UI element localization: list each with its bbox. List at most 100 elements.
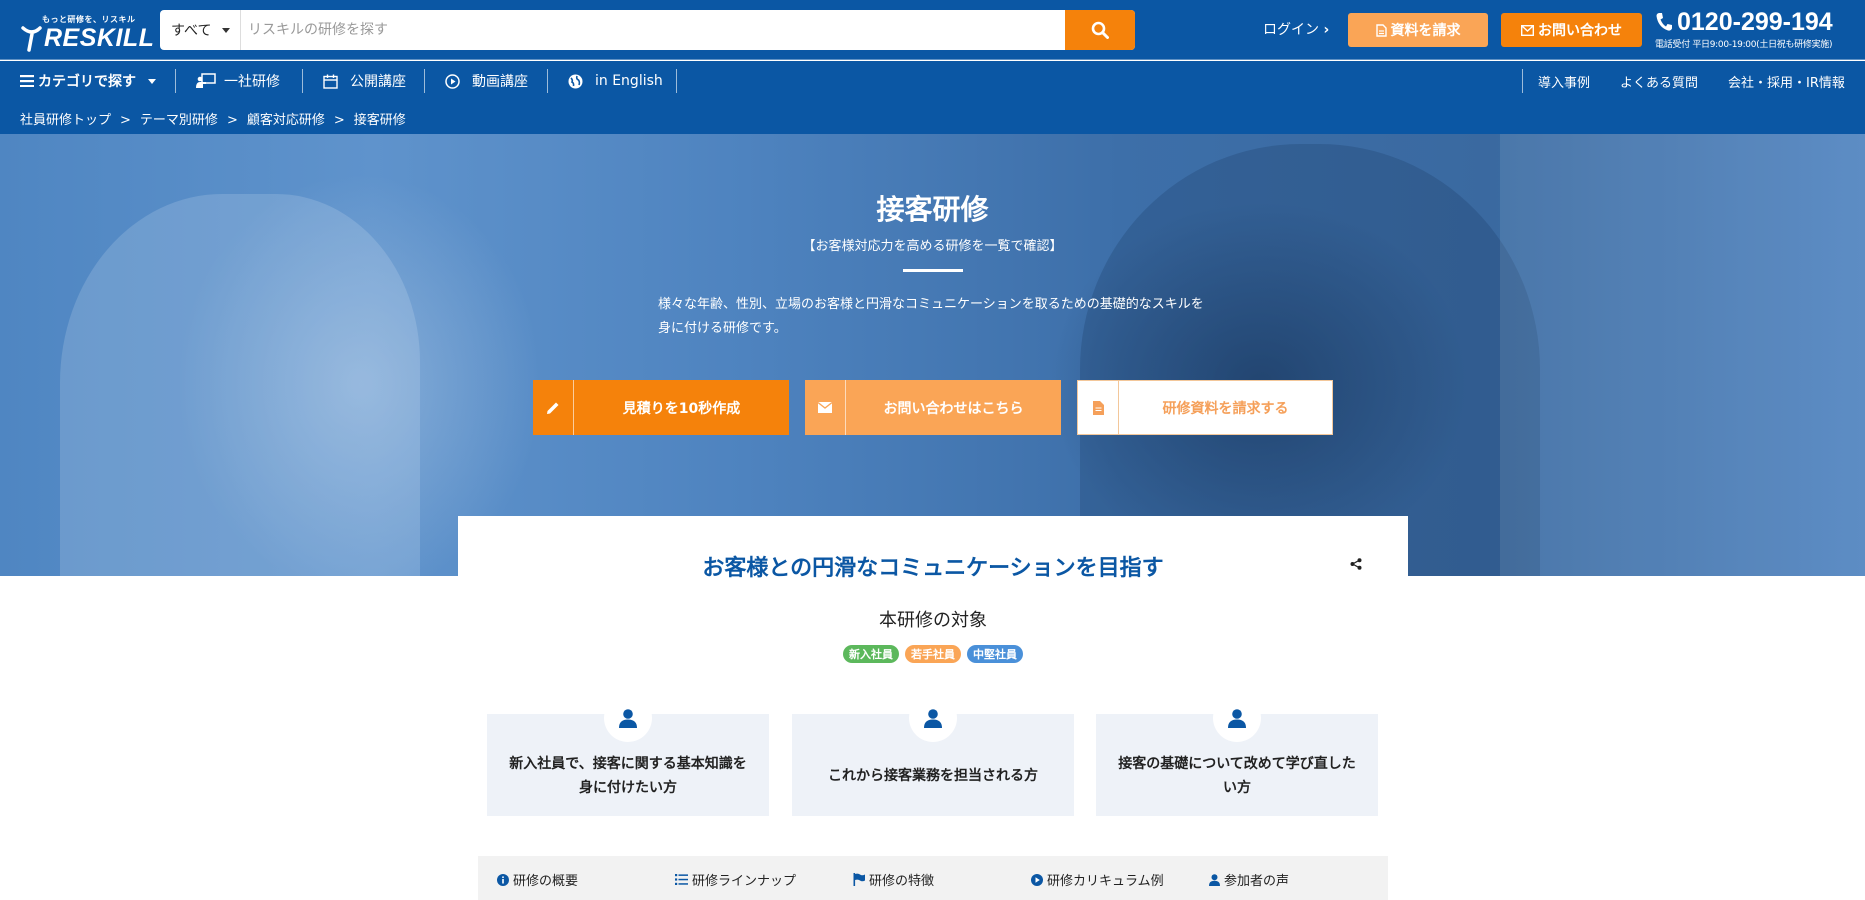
nav-link-cases[interactable]: 導入事例 bbox=[1538, 61, 1590, 101]
nav-divider bbox=[175, 69, 176, 93]
hamburger-icon bbox=[20, 75, 34, 87]
avatar bbox=[909, 694, 957, 742]
breadcrumb-item[interactable]: 社員研修トップ bbox=[20, 113, 111, 128]
breadcrumb: 社員研修トップ > テーマ別研修 > 顧客対応研修 > 接客研修 bbox=[0, 101, 1865, 134]
pencil-icon bbox=[547, 402, 559, 414]
breadcrumb-separator: > bbox=[226, 113, 238, 128]
tab-lineup[interactable]: 研修ラインナップ bbox=[675, 870, 796, 889]
phone-icon bbox=[1656, 13, 1672, 31]
target-heading: 本研修の対象 bbox=[879, 610, 987, 631]
target-description: これから接客業務を担当される方 bbox=[828, 768, 1038, 784]
flag-icon bbox=[853, 873, 865, 886]
logo-mark-icon bbox=[21, 26, 42, 52]
info-icon bbox=[497, 873, 509, 886]
tab-overview[interactable]: 研修の概要 bbox=[497, 870, 578, 889]
inquiry-button[interactable]: お問い合わせはこちら bbox=[805, 380, 1061, 435]
tag-new-employees: 新入社員 bbox=[843, 645, 899, 663]
breadcrumb-separator: > bbox=[120, 113, 131, 128]
list-icon bbox=[675, 874, 688, 885]
nav-item-label: 公開講座 bbox=[350, 74, 406, 90]
nav-link-company[interactable]: 会社・採用・IR情報 bbox=[1728, 61, 1845, 101]
tag-mid-level-employees: 中堅社員 bbox=[967, 645, 1023, 663]
tab-voices[interactable]: 参加者の声 bbox=[1209, 870, 1289, 889]
category-menu-label: カテゴリで探す bbox=[38, 74, 136, 90]
nav-divider bbox=[547, 69, 548, 93]
user-icon bbox=[1228, 709, 1246, 728]
nav-divider bbox=[302, 69, 303, 93]
envelope-icon bbox=[1521, 24, 1534, 36]
play-circle-icon bbox=[1031, 873, 1043, 886]
estimate-button-label: 見積りを10秒作成 bbox=[622, 400, 741, 417]
calendar-icon bbox=[323, 74, 338, 89]
request-materials-label: 研修資料を請求する bbox=[1162, 400, 1289, 417]
search-icon bbox=[1091, 21, 1109, 39]
share-icon[interactable] bbox=[1350, 558, 1362, 570]
nav-item-label: 一社研修 bbox=[224, 74, 280, 90]
tab-label: 研修カリキュラム例 bbox=[1047, 874, 1164, 889]
request-docs-label: 資料を請求 bbox=[1390, 23, 1461, 39]
target-card: これから接客業務を担当される方 bbox=[792, 694, 1074, 816]
tab-label: 研修ラインナップ bbox=[692, 874, 797, 889]
hero-banner: 接客研修 【お客様対応力を高める研修を一覧で確認】 様々な年齢、性別、立場のお客… bbox=[0, 134, 1865, 576]
nav-item-inhouse[interactable]: 一社研修 bbox=[196, 61, 280, 101]
top-header: もっと研修を、リスキル RESKILL すべて ログイン › 資料を請求 お問い… bbox=[0, 0, 1865, 60]
chevron-right-icon: › bbox=[1323, 22, 1330, 38]
tab-label: 研修の特徴 bbox=[869, 874, 935, 889]
envelope-icon bbox=[818, 402, 832, 413]
nav-link-faq[interactable]: よくある質問 bbox=[1620, 61, 1698, 101]
nav-item-public[interactable]: 公開講座 bbox=[323, 61, 406, 101]
section-tabs: 研修の概要 研修ラインナップ 研修の特徴 研修カリキュラム例 参加者の声 bbox=[478, 856, 1388, 900]
search-scope-select[interactable]: すべて bbox=[160, 10, 241, 50]
nav-divider bbox=[424, 69, 425, 93]
estimate-button[interactable]: 見積りを10秒作成 bbox=[533, 380, 789, 435]
target-card: 接客の基礎について改めて学び直したい方 bbox=[1096, 694, 1378, 816]
contact-button[interactable]: お問い合わせ bbox=[1501, 13, 1642, 47]
play-circle-icon bbox=[445, 73, 460, 89]
target-description: 新入社員で、接客に関する基本知識を身に付けたい方 bbox=[509, 756, 747, 796]
category-menu[interactable]: カテゴリで探す bbox=[20, 61, 156, 101]
tab-curriculum[interactable]: 研修カリキュラム例 bbox=[1031, 870, 1164, 889]
content-card: お客様との円滑なコミュニケーションを目指す 本研修の対象 新入社員 若手社員 中… bbox=[458, 516, 1408, 900]
request-docs-button[interactable]: 資料を請求 bbox=[1348, 13, 1488, 47]
nav-item-label: in English bbox=[595, 73, 663, 89]
user-icon bbox=[924, 709, 942, 728]
nav-divider bbox=[676, 69, 677, 93]
page-title: 接客研修 bbox=[876, 193, 989, 226]
search-bar: すべて bbox=[160, 10, 1135, 50]
page-description: 様々な年齢、性別、立場のお客様と円滑なコミュニケーションを取るための基礎的なスキ… bbox=[658, 297, 1204, 336]
caret-down-icon bbox=[222, 28, 230, 33]
search-input[interactable] bbox=[244, 10, 1024, 50]
main-nav: カテゴリで探す 一社研修 公開講座 動画講座 in English 導入事例 よ… bbox=[0, 61, 1865, 101]
nav-item-english[interactable]: in English bbox=[568, 61, 663, 101]
page-subtitle: 【お客様対応力を高める研修を一覧で確認】 bbox=[802, 239, 1063, 254]
logo-text: RESKILL bbox=[44, 24, 155, 52]
nav-item-video[interactable]: 動画講座 bbox=[445, 61, 528, 101]
presenter-icon bbox=[196, 73, 216, 88]
breadcrumb-separator: > bbox=[333, 113, 345, 128]
phone-hours: 電話受付 平日9:00-19:00(土日祝も研修実施) bbox=[1655, 40, 1833, 50]
breadcrumb-item[interactable]: 顧客対応研修 bbox=[247, 113, 325, 128]
target-card: 新入社員で、接客に関する基本知識を身に付けたい方 bbox=[487, 694, 769, 816]
search-button[interactable] bbox=[1065, 10, 1135, 50]
nav-divider bbox=[1522, 69, 1523, 93]
breadcrumb-current: 接客研修 bbox=[353, 113, 406, 128]
tag-young-employees: 若手社員 bbox=[905, 645, 961, 663]
tab-features[interactable]: 研修の特徴 bbox=[853, 870, 934, 889]
file-icon bbox=[1092, 400, 1104, 415]
request-materials-button[interactable]: 研修資料を請求する bbox=[1077, 380, 1333, 435]
phone-number: 0120-299-194 bbox=[1677, 8, 1833, 36]
tab-label: 研修の概要 bbox=[513, 874, 579, 889]
avatar bbox=[1213, 694, 1261, 742]
phone-contact[interactable]: 0120-299-194 電話受付 平日9:00-19:00(土日祝も研修実施) bbox=[1655, 8, 1833, 50]
globe-icon bbox=[568, 74, 583, 88]
login-link[interactable]: ログイン › bbox=[1263, 19, 1329, 39]
breadcrumb-item[interactable]: テーマ別研修 bbox=[140, 113, 218, 128]
inquiry-button-label: お問い合わせはこちら bbox=[883, 400, 1024, 417]
reskill-logo[interactable]: もっと研修を、リスキル RESKILL bbox=[20, 10, 154, 52]
avatar bbox=[604, 694, 652, 742]
login-label: ログイン bbox=[1263, 22, 1319, 38]
nav-item-label: 動画講座 bbox=[472, 74, 528, 90]
document-icon bbox=[1375, 23, 1387, 37]
title-underline bbox=[903, 269, 963, 272]
target-description: 接客の基礎について改めて学び直したい方 bbox=[1118, 756, 1356, 796]
